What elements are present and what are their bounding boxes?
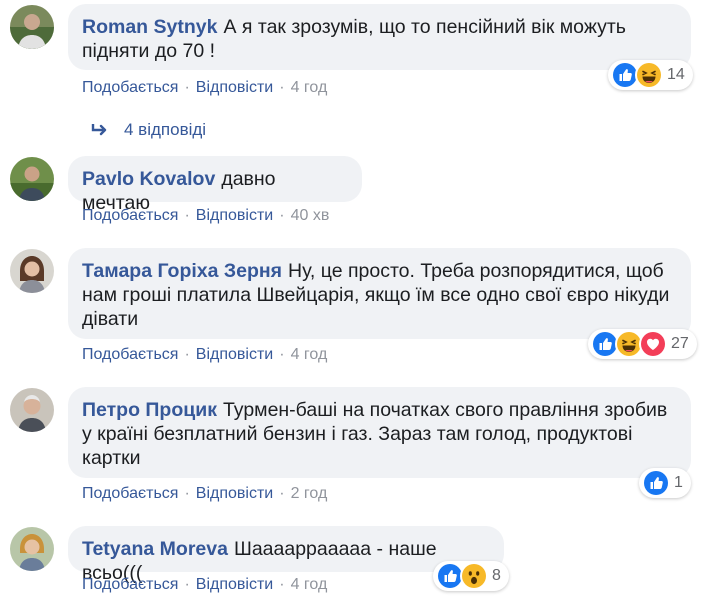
like-button[interactable]: Подобається <box>82 346 178 363</box>
avatar[interactable] <box>10 388 54 432</box>
comment-time[interactable]: 4 год <box>291 79 328 96</box>
comment-bubble: Pavlo Kovalov давно мечтаю <box>68 156 362 214</box>
avatar[interactable] <box>10 157 54 201</box>
replies-count-label[interactable]: 4 відповіді <box>124 120 206 140</box>
view-replies-link[interactable]: 4 відповіді <box>90 120 206 140</box>
reply-button[interactable]: Відповісти <box>196 207 273 224</box>
avatar[interactable] <box>10 249 54 293</box>
comment-actions: Подобається · Відповісти · 40 хв <box>82 207 330 224</box>
comment-author[interactable]: Tetyana Moreva <box>82 538 228 560</box>
comment-bubble: Тамара Горіха Зерня Ну, це просто. Треба … <box>68 248 691 339</box>
reply-button[interactable]: Відповісти <box>196 485 273 502</box>
reply-button[interactable]: Відповісти <box>196 576 273 593</box>
comment-author[interactable]: Петро Процик <box>82 399 217 421</box>
avatar-photo-icon <box>10 249 54 293</box>
comment-time[interactable]: 4 год <box>291 346 328 363</box>
comment-time[interactable]: 4 год <box>291 576 328 593</box>
comment-author[interactable]: Pavlo Kovalov <box>82 168 215 190</box>
avatar-photo-icon <box>10 527 54 571</box>
avatar[interactable] <box>10 5 54 49</box>
comment-bubble: Петро Процик Турмен-баші на початках свог… <box>68 387 691 478</box>
like-button[interactable]: Подобається <box>82 79 178 96</box>
reaction-count: 1 <box>674 474 683 491</box>
wow-icon <box>460 562 488 590</box>
comment-time[interactable]: 2 год <box>291 485 328 502</box>
reaction-count: 27 <box>671 335 689 352</box>
like-button[interactable]: Подобається <box>82 576 178 593</box>
comment-actions: Подобається · Відповісти · 4 год <box>82 576 328 593</box>
reply-arrow-icon <box>91 124 107 136</box>
reaction-count: 14 <box>667 66 685 83</box>
avatar-photo-icon <box>10 157 54 201</box>
reply-button[interactable]: Відповісти <box>196 346 273 363</box>
avatar-photo-icon <box>10 5 54 49</box>
like-button[interactable]: Подобається <box>82 207 178 224</box>
reactions-summary[interactable]: 14 <box>608 60 693 90</box>
reactions-summary[interactable]: 8 <box>433 561 509 591</box>
avatar[interactable] <box>10 527 54 571</box>
comment-author[interactable]: Тамара Горіха Зерня <box>82 260 282 282</box>
haha-icon <box>635 61 663 89</box>
like-button[interactable]: Подобається <box>82 485 178 502</box>
reactions-summary[interactable]: 27 <box>588 329 697 359</box>
reactions-summary[interactable]: 1 <box>639 468 691 498</box>
comment-bubble: Roman Sytnyk А я так зрозумів, що то пенс… <box>68 4 691 70</box>
reaction-count: 8 <box>492 567 501 584</box>
comment-time[interactable]: 40 хв <box>291 207 330 224</box>
comment-author[interactable]: Roman Sytnyk <box>82 16 217 38</box>
comment-actions: Подобається · Відповісти · 4 год <box>82 346 328 363</box>
comment-actions: Подобається · Відповісти · 2 год <box>82 485 328 502</box>
love-icon <box>639 330 667 358</box>
avatar-photo-icon <box>10 388 54 432</box>
like-icon <box>642 469 670 497</box>
comment-actions: Подобається · Відповісти · 4 год <box>82 79 328 96</box>
reply-button[interactable]: Відповісти <box>196 79 273 96</box>
